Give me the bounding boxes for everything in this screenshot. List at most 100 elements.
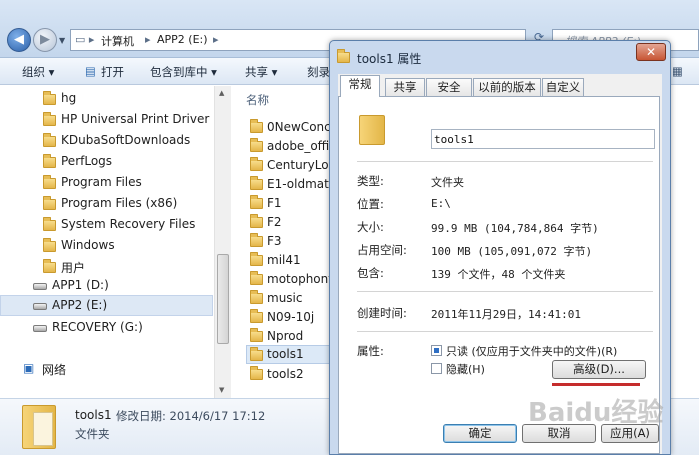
tab-customize[interactable]: 自定义 xyxy=(542,78,584,96)
hidden-checkbox[interactable] xyxy=(431,363,442,374)
burn-button[interactable]: 刻录 xyxy=(307,64,330,80)
folder-icon xyxy=(250,176,263,190)
nav-item-folder[interactable]: Program Files (x86) xyxy=(0,193,213,214)
advanced-button[interactable]: 高级(D)... xyxy=(552,360,646,379)
tab-general[interactable]: 常规 xyxy=(340,75,380,97)
folder-icon xyxy=(250,233,263,247)
drive-icon xyxy=(33,325,47,332)
nav-item-folder[interactable]: Program Files xyxy=(0,172,213,193)
list-item[interactable]: mil41 xyxy=(246,251,332,270)
recent-pages-button[interactable]: ▼ xyxy=(59,36,65,45)
list-item[interactable]: E1-oldmat xyxy=(246,175,332,194)
list-item[interactable]: adobe_offic xyxy=(246,137,336,156)
list-item[interactable]: CenturyLov xyxy=(246,156,336,175)
hidden-label: 隐藏(H) xyxy=(446,363,485,376)
navigation-pane: hg HP Universal Print Driver KDubaSoftDo… xyxy=(0,86,231,398)
list-item-label: N09-10j xyxy=(267,310,315,324)
nav-item-folder[interactable]: HP Universal Print Driver xyxy=(0,109,213,130)
nav-item-folder[interactable]: PerfLogs xyxy=(0,151,213,172)
nav-item-network[interactable]: ▣ 网络 xyxy=(0,358,213,379)
nav-item-folder[interactable]: hg xyxy=(0,88,213,109)
nav-item-folder[interactable]: 用户 xyxy=(0,256,213,277)
close-button[interactable]: ✕ xyxy=(636,43,666,61)
attributes-label: 属性: xyxy=(357,344,384,358)
scrollbar-thumb[interactable] xyxy=(217,254,229,344)
contains-label: 包含: xyxy=(357,266,384,280)
list-item[interactable]: N09-10j xyxy=(246,308,332,327)
list-item-label: F3 xyxy=(267,234,282,248)
type-value: 文件夹 xyxy=(431,176,464,189)
list-item-label: tools2 xyxy=(267,367,304,381)
tab-security[interactable]: 安全 xyxy=(426,78,472,96)
list-item-selected[interactable]: tools1 xyxy=(246,345,332,364)
back-arrow-icon: ◀ xyxy=(14,32,24,47)
breadcrumb-computer[interactable]: 计算机 xyxy=(101,33,134,49)
nav-item-label: Program Files (x86) xyxy=(61,196,178,210)
contains-value: 139 个文件，48 个文件夹 xyxy=(431,268,566,281)
breadcrumb-separator-icon[interactable]: ▸ xyxy=(145,33,151,46)
folder-icon xyxy=(43,238,56,252)
computer-icon: ▭ ▸ xyxy=(75,33,95,46)
list-item-label: 0NewConce xyxy=(267,120,339,134)
baidu-watermark: Baidu经验 xyxy=(528,398,664,428)
nav-item-folder[interactable]: KDubaSoftDownloads xyxy=(0,130,213,151)
list-item[interactable]: motophonto xyxy=(246,270,340,289)
folder-icon xyxy=(250,214,263,228)
nav-item-drive-g[interactable]: RECOVERY (G:) xyxy=(0,317,213,338)
folder-icon xyxy=(43,196,56,210)
location-value: E:\ xyxy=(431,197,451,210)
list-item[interactable]: tools2 xyxy=(246,365,332,384)
dialog-title: tools1 属性 xyxy=(337,49,421,67)
list-item[interactable]: F1 xyxy=(246,194,332,213)
scroll-down-icon[interactable]: ▼ xyxy=(219,386,224,394)
list-item[interactable]: 0NewConce xyxy=(246,118,338,137)
tab-sharing[interactable]: 共享 xyxy=(385,78,425,96)
folder-icon xyxy=(43,91,56,105)
location-label: 位置: xyxy=(357,197,384,211)
size-value: 99.9 MB (104,784,864 字节) xyxy=(431,222,599,235)
folder-icon xyxy=(250,271,263,285)
nav-item-drive-d[interactable]: APP1 (D:) xyxy=(0,275,213,296)
list-item-label: tools1 xyxy=(267,347,304,361)
back-button[interactable]: ◀ xyxy=(7,28,31,52)
nav-item-label: 网络 xyxy=(42,363,67,377)
open-icon: ▤ xyxy=(85,64,96,78)
list-item[interactable]: F3 xyxy=(246,232,332,251)
view-options-icon[interactable]: ▦ xyxy=(672,64,683,78)
drive-icon xyxy=(33,303,47,310)
list-item[interactable]: Nprod xyxy=(246,327,332,346)
forward-button[interactable]: ▶ xyxy=(33,28,57,52)
folder-name-input[interactable]: tools1 xyxy=(431,129,655,149)
column-header-name[interactable]: 名称 xyxy=(246,92,269,108)
size-on-disk-label: 占用空间: xyxy=(357,243,407,257)
readonly-checkbox[interactable] xyxy=(431,345,442,356)
organize-button[interactable]: 组织 ▾ xyxy=(22,64,54,80)
folder-icon xyxy=(43,112,56,126)
list-item-label: music xyxy=(267,291,303,305)
nav-item-folder[interactable]: System Recovery Files xyxy=(0,214,213,235)
list-item[interactable]: music xyxy=(246,289,332,308)
list-item[interactable]: F2 xyxy=(246,213,332,232)
folder-icon xyxy=(250,347,263,361)
breadcrumb-app2[interactable]: APP2 (E:) xyxy=(157,33,208,46)
scroll-up-icon[interactable]: ▲ xyxy=(219,89,224,97)
include-in-library-button[interactable]: 包含到库中 ▾ xyxy=(150,64,217,80)
folder-icon xyxy=(250,366,263,380)
list-item-label: Nprod xyxy=(267,329,304,343)
tab-previous-versions[interactable]: 以前的版本 xyxy=(473,78,541,96)
folder-icon xyxy=(43,259,56,273)
share-button[interactable]: 共享 ▾ xyxy=(245,64,277,80)
folder-icon xyxy=(250,138,263,152)
list-item-label: adobe_offic xyxy=(267,139,336,153)
nav-item-drive-e[interactable]: APP2 (E:) xyxy=(0,295,213,316)
open-button[interactable]: 打开 xyxy=(101,64,124,80)
nav-pane-scrollbar[interactable]: ▲ ▼ xyxy=(214,86,231,398)
nav-item-label: Program Files xyxy=(61,175,142,189)
details-name: tools1 xyxy=(75,408,112,422)
breadcrumb-separator-icon[interactable]: ▸ xyxy=(213,33,219,46)
nav-item-folder[interactable]: Windows xyxy=(0,235,213,256)
folder-icon xyxy=(359,115,385,145)
ok-button[interactable]: 确定 xyxy=(443,424,517,443)
divider xyxy=(357,331,653,332)
drive-icon xyxy=(33,283,47,290)
